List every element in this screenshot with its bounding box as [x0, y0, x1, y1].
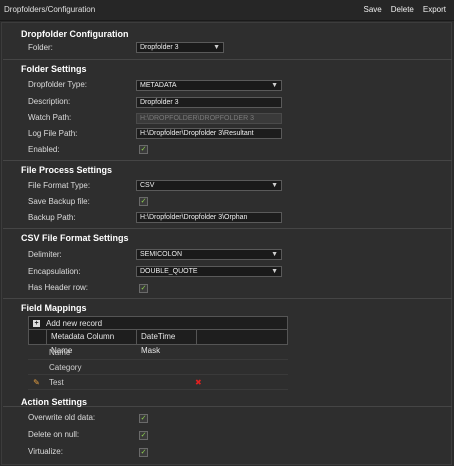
encapsulation-value: DOUBLE_QUOTE	[140, 268, 198, 275]
table-row[interactable]: ✎ Test ✖	[28, 375, 288, 390]
checkmark-icon: ✓	[140, 432, 147, 439]
export-button[interactable]: Export	[423, 5, 446, 14]
enabled-checkbox[interactable]: ✓	[139, 145, 148, 154]
virtualize-label: Virtualize:	[28, 447, 63, 456]
row-name-cell: Test	[49, 377, 64, 387]
folder-select[interactable]: Dropfolder 3 ▼	[136, 42, 224, 53]
checkmark-icon: ✓	[140, 449, 147, 456]
backup-path-field[interactable]: H:\Dropfolder\Dropfolder 3\Orphan	[136, 212, 282, 223]
folder-label: Folder:	[28, 43, 53, 52]
description-field[interactable]: Dropfolder 3	[136, 97, 282, 108]
encapsulation-label: Encapsulation:	[28, 267, 81, 276]
encapsulation-select[interactable]: DOUBLE_QUOTE ▼	[136, 266, 282, 277]
section-title-field-mappings: Field Mappings	[21, 303, 87, 313]
row-name-cell: Category	[49, 362, 82, 372]
section-title-dropfolder-configuration: Dropfolder Configuration	[21, 29, 129, 39]
pencil-icon[interactable]: ✎	[28, 378, 45, 387]
description-label: Description:	[28, 97, 71, 106]
divider	[3, 228, 452, 229]
chevron-down-icon: ▼	[213, 44, 220, 51]
dropfolder-type-label: Dropfolder Type:	[28, 80, 87, 89]
log-file-path-field[interactable]: H:\Dropfolder\Dropfolder 3\Resultant	[136, 128, 282, 139]
delete-button[interactable]: Delete	[391, 5, 414, 14]
delimiter-select[interactable]: SEMICOLON ▼	[136, 249, 282, 260]
virtualize-checkbox[interactable]: ✓	[139, 448, 148, 457]
top-bar: Dropfolders/Configuration Save Delete Ex…	[0, 0, 454, 21]
chevron-down-icon: ▼	[271, 82, 278, 89]
has-header-label: Has Header row:	[28, 283, 89, 292]
has-header-checkbox[interactable]: ✓	[139, 284, 148, 293]
checkmark-icon: ✓	[140, 146, 147, 153]
delete-x-icon[interactable]: ✖	[195, 378, 202, 387]
add-record-button[interactable]: + Add new record	[28, 316, 288, 330]
checkmark-icon: ✓	[140, 198, 147, 205]
page-title: Dropfolders/Configuration	[4, 5, 96, 14]
dropfolder-type-select[interactable]: METADATA ▼	[136, 80, 282, 91]
divider	[3, 298, 452, 299]
delete-on-null-checkbox[interactable]: ✓	[139, 431, 148, 440]
file-format-type-label: File Format Type:	[28, 181, 91, 190]
folder-select-value: Dropfolder 3	[140, 44, 179, 51]
table-row[interactable]: Category	[28, 360, 288, 375]
checkmark-icon: ✓	[140, 285, 147, 292]
file-format-type-select[interactable]: CSV ▼	[136, 180, 282, 191]
toolbar: Save Delete Export	[364, 5, 446, 14]
grid-header-spacer	[29, 330, 47, 344]
watch-path-field: H:\DROPFOLDER\DROPFOLDER 3	[136, 113, 282, 124]
checkmark-icon: ✓	[140, 415, 147, 422]
delimiter-value: SEMICOLON	[140, 251, 183, 258]
grid-header: Metadata Column Name DateTime Mask	[28, 330, 288, 355]
row-name-cell: Name	[49, 347, 71, 357]
section-title-action-settings: Action Settings	[21, 397, 88, 407]
add-record-label: Add new record	[46, 318, 103, 328]
enabled-label: Enabled:	[28, 145, 60, 154]
configuration-panel: Dropfolder Configuration Folder: Dropfol…	[1, 22, 452, 465]
section-title-file-process-settings: File Process Settings	[21, 165, 113, 175]
chevron-down-icon: ▼	[271, 251, 278, 258]
log-file-path-label: Log File Path:	[28, 129, 78, 138]
section-title-csv-settings: CSV File Format Settings	[21, 233, 129, 243]
overwrite-checkbox[interactable]: ✓	[139, 414, 148, 423]
field-mappings-grid: + Add new record Metadata Column Name Da…	[28, 316, 288, 390]
section-title-folder-settings: Folder Settings	[21, 64, 87, 74]
delete-on-null-label: Delete on null:	[28, 430, 80, 439]
delimiter-label: Delimiter:	[28, 250, 62, 259]
overwrite-label: Overwrite old data:	[28, 413, 96, 422]
divider	[3, 160, 452, 161]
save-button[interactable]: Save	[364, 5, 382, 14]
save-backup-label: Save Backup file:	[28, 197, 90, 206]
dropfolder-type-value: METADATA	[140, 82, 177, 89]
file-format-type-value: CSV	[140, 182, 155, 189]
divider	[3, 59, 452, 60]
column-header-metadata-column-name[interactable]: Metadata Column Name	[47, 330, 137, 355]
plus-icon: +	[33, 319, 40, 327]
chevron-down-icon: ▼	[271, 268, 278, 275]
column-header-datetime-mask[interactable]: DateTime Mask	[137, 330, 197, 355]
watch-path-label: Watch Path:	[28, 113, 72, 122]
save-backup-checkbox[interactable]: ✓	[139, 197, 148, 206]
backup-path-label: Backup Path:	[28, 213, 76, 222]
chevron-down-icon: ▼	[271, 182, 278, 189]
